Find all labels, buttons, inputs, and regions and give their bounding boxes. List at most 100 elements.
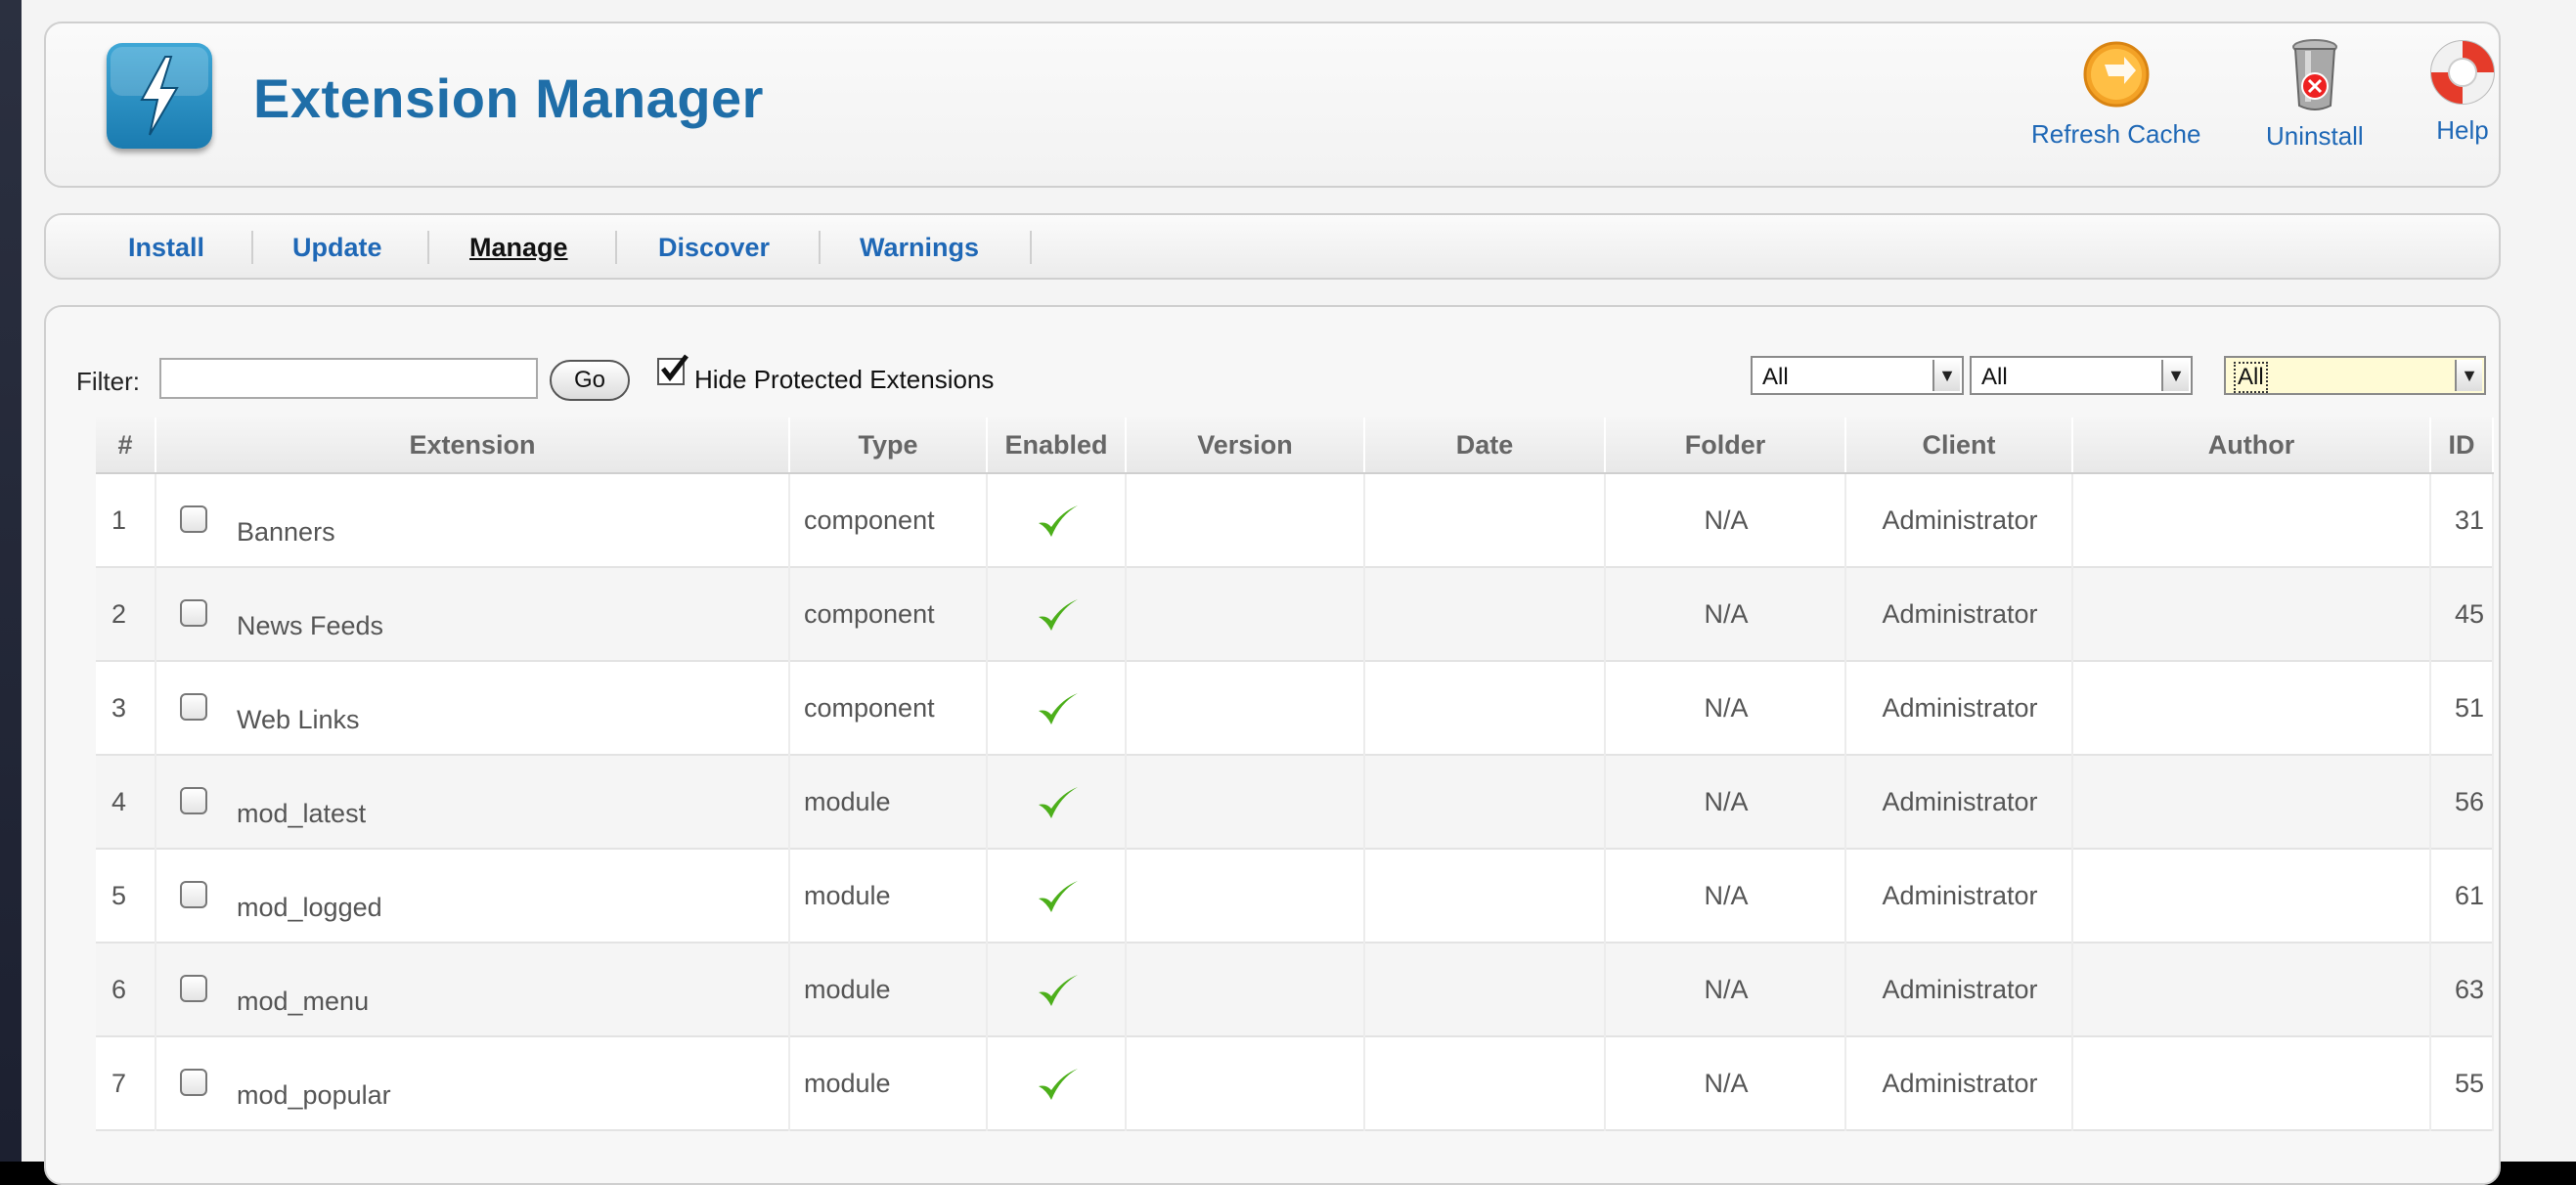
folder-value: N/A [1704,599,1749,629]
cell-id: 63 [2431,944,2494,1037]
cell-author [2073,662,2431,756]
extension-name[interactable]: mod_latest [237,799,366,829]
cell-version [1127,1037,1365,1131]
row-select-checkbox[interactable] [180,881,207,908]
dropdown-arrow-icon: ▼ [2161,360,2189,391]
cell-name: mod_menu [156,944,790,1037]
enabled-check-icon[interactable] [1035,971,1080,1017]
table-row[interactable]: 1 Banners component N/A Administrator 31 [96,474,2494,568]
cell-client: Administrator [1846,944,2073,1037]
id-value: 31 [2454,505,2484,535]
uninstall-label: Uninstall [2266,121,2364,151]
extension-name[interactable]: mod_logged [237,893,382,923]
column-header-folder[interactable]: Folder [1606,417,1846,472]
column-header-type[interactable]: Type [790,417,988,472]
cell-name: News Feeds [156,568,790,662]
column-header-number[interactable]: # [96,417,156,472]
help-button[interactable]: Help [2427,37,2498,146]
hide-protected-label: Hide Protected Extensions [694,365,995,394]
cell-type: module [790,1037,988,1131]
trash-icon [2291,39,2337,110]
enabled-check-icon[interactable] [1035,877,1080,923]
extension-name[interactable]: News Feeds [237,611,383,641]
table-row[interactable]: 6 mod_menu module N/A Administrator 63 [96,944,2494,1037]
window-edge [0,0,22,1162]
cell-id: 31 [2431,474,2494,568]
column-header-id[interactable]: ID [2431,417,2494,472]
cell-name: mod_popular [156,1037,790,1131]
cell-date [1365,474,1606,568]
cell-author [2073,850,2431,944]
cell-author [2073,568,2431,662]
cell-num: 4 [96,756,156,850]
cell-date [1365,944,1606,1037]
tab-update[interactable]: Update [292,233,382,263]
row-select-checkbox[interactable] [180,693,207,721]
cell-client: Administrator [1846,568,2073,662]
enabled-check-icon[interactable] [1035,783,1080,829]
column-header-version[interactable]: Version [1127,417,1365,472]
row-select-checkbox[interactable] [180,787,207,814]
uninstall-button[interactable]: Uninstall [2266,37,2364,152]
type-value: module [804,975,891,1004]
cell-type: module [790,850,988,944]
num-value: 4 [111,787,127,816]
column-header-client[interactable]: Client [1846,417,2073,472]
cell-id: 56 [2431,756,2494,850]
cell-date [1365,568,1606,662]
cell-client: Administrator [1846,662,2073,756]
tab-manage[interactable]: Manage [469,233,568,263]
select-filter-2[interactable]: All ▼ [1970,356,2193,395]
cell-name: mod_logged [156,850,790,944]
row-select-checkbox[interactable] [180,1069,207,1096]
client-value: Administrator [1882,881,2038,910]
table-row[interactable]: 4 mod_latest module N/A Administrator 56 [96,756,2494,850]
tab-discover[interactable]: Discover [658,233,770,263]
cell-num: 1 [96,474,156,568]
column-header-date[interactable]: Date [1365,417,1606,472]
cell-date [1365,662,1606,756]
table-row[interactable]: 7 mod_popular module N/A Administrator 55 [96,1037,2494,1131]
type-value: component [804,693,935,723]
cell-name: Banners [156,474,790,568]
cell-type: module [790,756,988,850]
tab-install[interactable]: Install [128,233,204,263]
select-filter-3[interactable]: All ▼ [2224,356,2486,395]
column-header-enabled[interactable]: Enabled [988,417,1127,472]
extension-name[interactable]: mod_menu [237,987,369,1017]
select-filter-1[interactable]: All ▼ [1751,356,1964,395]
enabled-check-icon[interactable] [1035,689,1080,735]
enabled-check-icon[interactable] [1035,1065,1080,1111]
extension-name[interactable]: Banners [237,517,335,548]
tab-warnings[interactable]: Warnings [860,233,979,263]
table-row[interactable]: 5 mod_logged module N/A Administrator 61 [96,850,2494,944]
column-header-author[interactable]: Author [2073,417,2431,472]
cell-client: Administrator [1846,474,2073,568]
select-value: All [1981,364,2008,390]
cell-folder: N/A [1606,474,1846,568]
enabled-check-icon[interactable] [1035,502,1080,548]
row-select-checkbox[interactable] [180,505,207,533]
column-header-extension[interactable]: Extension [156,417,790,472]
page: Extension Manager Refresh Cache Uninstal… [0,0,2576,1185]
row-select-checkbox[interactable] [180,599,207,627]
cell-type: module [790,944,988,1037]
cell-enabled [988,944,1127,1037]
tab-divider [615,231,617,264]
table-row[interactable]: 2 News Feeds component N/A Administrator 45 [96,568,2494,662]
help-label: Help [2436,115,2489,145]
extension-name[interactable]: Web Links [237,705,360,735]
filter-input[interactable] [159,358,538,399]
extension-name[interactable]: mod_popular [237,1080,391,1111]
table-row[interactable]: 3 Web Links component N/A Administrator 51 [96,662,2494,756]
filter-label: Filter: [76,367,140,396]
cell-num: 5 [96,850,156,944]
cell-author [2073,474,2431,568]
row-select-checkbox[interactable] [180,975,207,1002]
enabled-check-icon[interactable] [1035,595,1080,641]
num-value: 3 [111,693,127,723]
cell-enabled [988,474,1127,568]
refresh-cache-button[interactable]: Refresh Cache [2031,37,2200,150]
go-button[interactable]: Go [550,360,630,401]
hide-protected-checkbox[interactable] [657,354,688,385]
